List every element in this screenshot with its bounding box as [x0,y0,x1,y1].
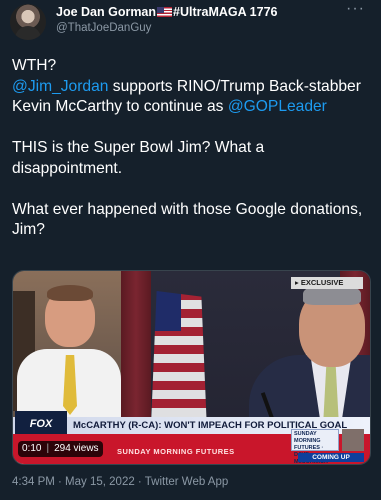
tweet-paragraph-1: WTH? @Jim_Jordan supports RINO/Trump Back… [12,56,374,118]
tweet-paragraph-3: What ever happened with those Google don… [12,200,363,239]
video-duration: 0:10 [22,443,42,454]
futures-graphic: SUNDAY MORNING FUTURES · DAVE McCORMICK [291,429,339,464]
video-time-badge: 0:10 | 294 views [18,441,103,457]
video-player[interactable]: ▸ EXCLUSIVE McCARTHY (R-CA): WON'T IMPEA… [12,270,371,465]
tweet-timestamp[interactable]: 4:34 PM · May 15, 2022 · Twitter Web App [12,476,228,488]
avatar[interactable] [10,4,46,40]
tweet: Joe Dan Gorman #UltraMAGA 1776 @ThatJoeDa… [0,0,381,500]
mention-gop-leader[interactable]: @GOPLeader [228,98,327,115]
us-flag-icon [157,7,173,17]
coming-up-label: COMING UP [298,453,364,462]
author-name-suffix[interactable]: #UltraMAGA 1776 [173,5,277,19]
author-handle[interactable]: @ThatJoeDanGuy [56,22,151,34]
tweet-text-wth: WTH? [12,57,57,74]
tweet-text: WTH? @Jim_Jordan supports RINO/Trump Back… [12,56,374,261]
exclusive-label: ▸ EXCLUSIVE [291,277,363,289]
more-options-icon[interactable]: ··· [346,0,365,18]
tweet-paragraph-2: THIS is the Super Bowl Jim? What a disap… [12,139,265,177]
video-views: 294 views [54,443,99,454]
mention-jim-jordan[interactable]: @Jim_Jordan [12,78,108,95]
show-name: SUNDAY MORNING FUTURES [117,447,235,456]
author-name[interactable]: Joe Dan Gorman [56,5,156,19]
badge-separator: | [46,443,50,454]
inset-thumbnail [342,429,364,451]
author-name-row[interactable]: Joe Dan Gorman #UltraMAGA 1776 [56,5,277,19]
